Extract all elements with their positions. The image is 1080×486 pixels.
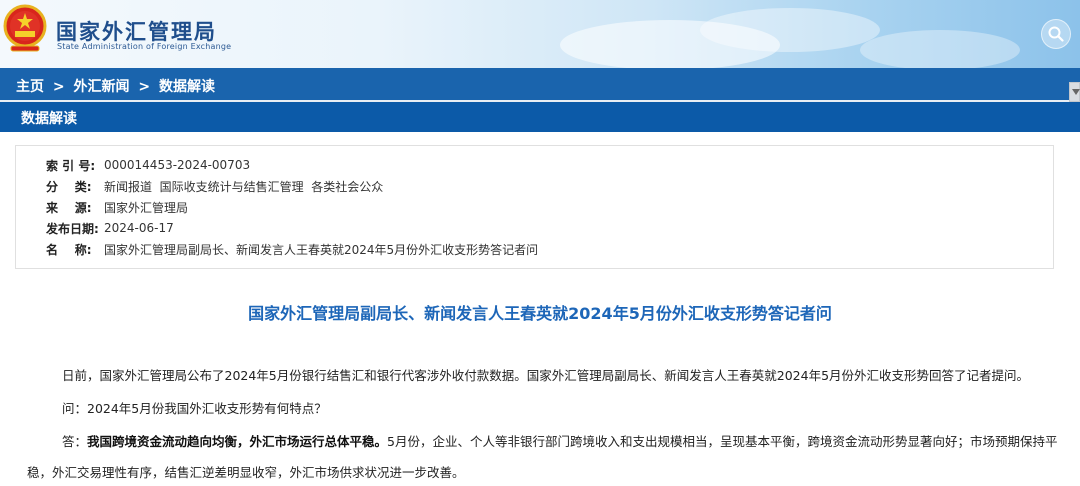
search-icon [1048,26,1064,42]
breadcrumb: 主页 > 外汇新闻 > 数据解读 [16,76,219,96]
breadcrumb-item-home[interactable]: 主页 [16,79,44,95]
meta-value: 2024-06-17 [104,221,174,235]
section-title: 数据解读 [21,111,77,127]
meta-row-category: 分 类: 新闻报道 国际收支统计与结售汇管理 各类社会公众 [46,177,383,195]
breadcrumb-separator: > [138,79,151,95]
article-title: 国家外汇管理局副局长、新闻发言人王春英就2024年5月份外汇收支形势答记者问 [248,304,832,323]
site-header: 国家外汇管理局 State Administration of Foreign … [0,0,1080,68]
meta-row-name: 名 称: 国家外汇管理局副局长、新闻发言人王春英就2024年5月份外汇收支形势答… [46,240,538,258]
meta-label: 来 源: [46,200,92,215]
answer-text: 5月份，企业、个人等非银行部门跨境收入和支出规模相当，呈现基本平衡，跨境资金流动… [387,434,1058,449]
meta-label: 索 引 号: [46,158,96,173]
meta-value: 国家外汇管理局副局长、新闻发言人王春英就2024年5月份外汇收支形势答记者问 [104,242,539,257]
section-header: 数据解读 [0,102,1080,132]
article-paragraph-answer-cont: 稳，外汇交易理性有序，结售汇逆差明显收窄，外汇市场供求状况进一步改善。 [27,465,465,480]
meta-row-index: 索 引 号: 000014453-2024-00703 [46,156,250,174]
meta-label: 分 类: [46,179,92,194]
meta-value: 国家外汇管理局 [104,200,189,215]
meta-value: 000014453-2024-00703 [104,158,251,172]
collapse-button[interactable] [1069,82,1080,102]
search-button[interactable] [1041,19,1071,49]
breadcrumb-bar: 主页 > 外汇新闻 > 数据解读 [0,68,1080,100]
meta-label: 发布日期: [46,221,99,236]
breadcrumb-separator: > [52,79,65,95]
article-paragraph-intro: 日前，国家外汇管理局公布了2024年5月份银行结售汇和银行代客涉外收付款数据。国… [62,368,1030,383]
article-paragraph-question: 问：2024年5月份我国外汇收支形势有何特点？ [62,401,327,416]
meta-value: 新闻报道 国际收支统计与结售汇管理 各类社会公众 [104,179,384,194]
site-subtitle: State Administration of Foreign Exchange [57,42,232,51]
article-paragraph-answer: 答：我国跨境资金流动趋向均衡，外汇市场运行总体平稳。5月份，企业、个人等非银行部… [62,431,1058,450]
breadcrumb-item-news[interactable]: 外汇新闻 [73,79,129,95]
meta-info-box: 索 引 号: 000014453-2024-00703 分 类: 新闻报道 国际… [15,145,1054,269]
answer-bold: 我国跨境资金流动趋向均衡，外汇市场运行总体平稳。 [87,434,388,449]
national-emblem-icon[interactable] [3,4,47,54]
cloud-decoration [700,8,880,52]
cloud-decoration [860,30,1020,68]
meta-row-date: 发布日期: 2024-06-17 [46,219,174,237]
meta-row-source: 来 源: 国家外汇管理局 [46,198,188,216]
answer-prefix: 答： [62,434,88,449]
meta-label: 名 称: [46,242,92,257]
breadcrumb-item-data[interactable]: 数据解读 [159,79,215,95]
